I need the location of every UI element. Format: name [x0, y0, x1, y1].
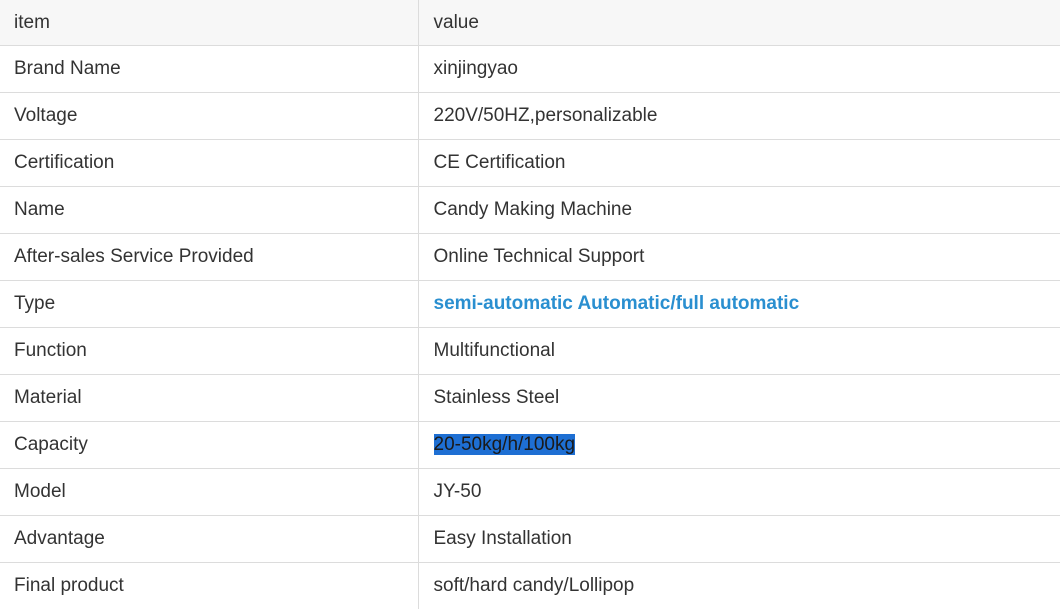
row-value: JY-50: [418, 469, 1060, 516]
table-row: Type semi-automatic Automatic/full autom…: [0, 281, 1060, 328]
row-item: Voltage: [0, 93, 418, 140]
row-value: soft/hard candy/Lollipop: [418, 563, 1060, 609]
row-item: Function: [0, 328, 418, 375]
row-value: CE Certification: [418, 140, 1060, 187]
table-row: Voltage 220V/50HZ,personalizable: [0, 93, 1060, 140]
row-item: Name: [0, 187, 418, 234]
table-row: Model JY-50: [0, 469, 1060, 516]
table-header-row: item value: [0, 0, 1060, 46]
row-value: Multifunctional: [418, 328, 1060, 375]
row-item: After-sales Service Provided: [0, 234, 418, 281]
header-item: item: [0, 0, 418, 46]
row-value: 220V/50HZ,personalizable: [418, 93, 1060, 140]
spec-table: item value Brand Name xinjingyao Voltage…: [0, 0, 1060, 609]
row-item: Advantage: [0, 516, 418, 563]
row-value: semi-automatic Automatic/full automatic: [418, 281, 1060, 328]
table-row: Material Stainless Steel: [0, 375, 1060, 422]
row-value: Candy Making Machine: [418, 187, 1060, 234]
table-row: Capacity 20-50kg/h/100kg: [0, 422, 1060, 469]
row-item: Certification: [0, 140, 418, 187]
row-item: Final product: [0, 563, 418, 609]
row-item: Model: [0, 469, 418, 516]
type-value-link[interactable]: semi-automatic Automatic/full automatic: [434, 293, 800, 314]
row-value: xinjingyao: [418, 46, 1060, 93]
header-value: value: [418, 0, 1060, 46]
row-item: Material: [0, 375, 418, 422]
row-item: Capacity: [0, 422, 418, 469]
row-value: Stainless Steel: [418, 375, 1060, 422]
row-value: 20-50kg/h/100kg: [418, 422, 1060, 469]
row-value: Easy Installation: [418, 516, 1060, 563]
row-item: Type: [0, 281, 418, 328]
row-value: Online Technical Support: [418, 234, 1060, 281]
table-row: Brand Name xinjingyao: [0, 46, 1060, 93]
selected-capacity-text[interactable]: 20-50kg/h/100kg: [434, 434, 576, 455]
table-row: Name Candy Making Machine: [0, 187, 1060, 234]
table-row: Function Multifunctional: [0, 328, 1060, 375]
table-row: Advantage Easy Installation: [0, 516, 1060, 563]
table-row: After-sales Service Provided Online Tech…: [0, 234, 1060, 281]
table-row: Certification CE Certification: [0, 140, 1060, 187]
table-row: Final product soft/hard candy/Lollipop: [0, 563, 1060, 609]
row-item: Brand Name: [0, 46, 418, 93]
